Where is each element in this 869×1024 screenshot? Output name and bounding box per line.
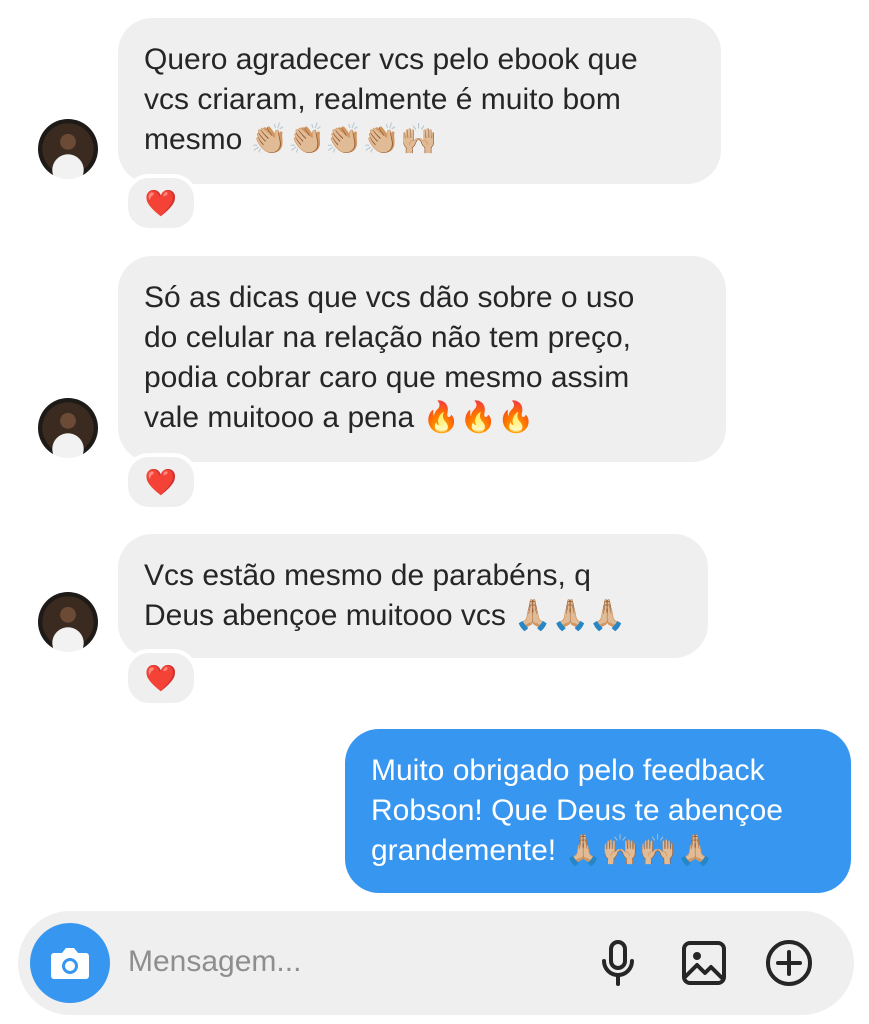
sender-avatar[interactable] xyxy=(38,119,98,179)
message-bubble-incoming[interactable]: Quero agradecer vcs pelo ebook que vcs c… xyxy=(118,18,721,184)
add-circle-icon xyxy=(766,940,812,986)
sender-avatar[interactable] xyxy=(38,398,98,458)
camera-button[interactable] xyxy=(30,923,110,1003)
microphone-button[interactable] xyxy=(592,937,644,989)
message-input[interactable]: Mensagem... xyxy=(128,945,301,979)
add-button[interactable] xyxy=(763,937,815,989)
message-composer: Mensagem... xyxy=(18,911,854,1015)
message-bubble-outgoing[interactable]: Muito obrigado pelo feedback Robson! Que… xyxy=(345,729,851,893)
message-bubble-incoming[interactable]: Vcs estão mesmo de parabéns, q Deus aben… xyxy=(118,534,708,658)
sender-avatar[interactable] xyxy=(38,592,98,652)
heart-reaction[interactable]: ❤️ xyxy=(124,453,198,511)
heart-icon: ❤️ xyxy=(144,187,178,218)
heart-reaction[interactable]: ❤️ xyxy=(124,174,198,232)
microphone-icon xyxy=(602,940,634,986)
heart-icon: ❤️ xyxy=(144,466,178,497)
heart-icon: ❤️ xyxy=(144,662,178,693)
message-bubble-incoming[interactable]: Só as dicas que vcs dão sobre o uso do c… xyxy=(118,256,726,462)
gallery-icon xyxy=(682,941,726,985)
gallery-button[interactable] xyxy=(678,937,730,989)
heart-reaction[interactable]: ❤️ xyxy=(124,649,198,707)
camera-icon xyxy=(51,948,89,979)
